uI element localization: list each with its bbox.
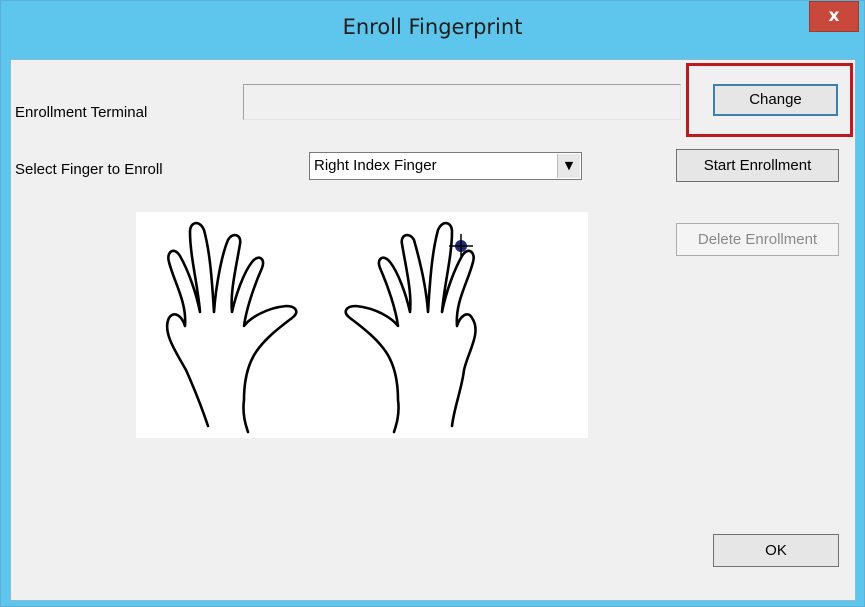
hands-diagram[interactable] — [136, 212, 588, 438]
enrollment-terminal-label: Enrollment Terminal — [15, 104, 148, 121]
ok-button[interactable]: OK — [713, 534, 839, 567]
change-button[interactable]: Change — [713, 84, 838, 116]
delete-enrollment-button: Delete Enrollment — [676, 223, 839, 256]
enrollment-terminal-field — [243, 84, 681, 120]
dialog-body: Enrollment Terminal Change Select Finger… — [10, 59, 856, 601]
window-title: Enroll Fingerprint — [342, 15, 523, 39]
crosshair-marker-icon — [449, 234, 473, 258]
title-bar[interactable]: Enroll Fingerprint x — [1, 1, 864, 59]
enroll-fingerprint-window: Enroll Fingerprint x Enrollment Terminal… — [0, 0, 865, 607]
close-button[interactable]: x — [809, 1, 859, 32]
select-finger-label: Select Finger to Enroll — [15, 161, 163, 178]
finger-select-value: Right Index Finger — [314, 157, 437, 174]
start-enrollment-button[interactable]: Start Enrollment — [676, 149, 839, 182]
finger-select[interactable]: Right Index Finger ▼ — [309, 152, 582, 180]
chevron-down-icon[interactable]: ▼ — [557, 154, 580, 178]
